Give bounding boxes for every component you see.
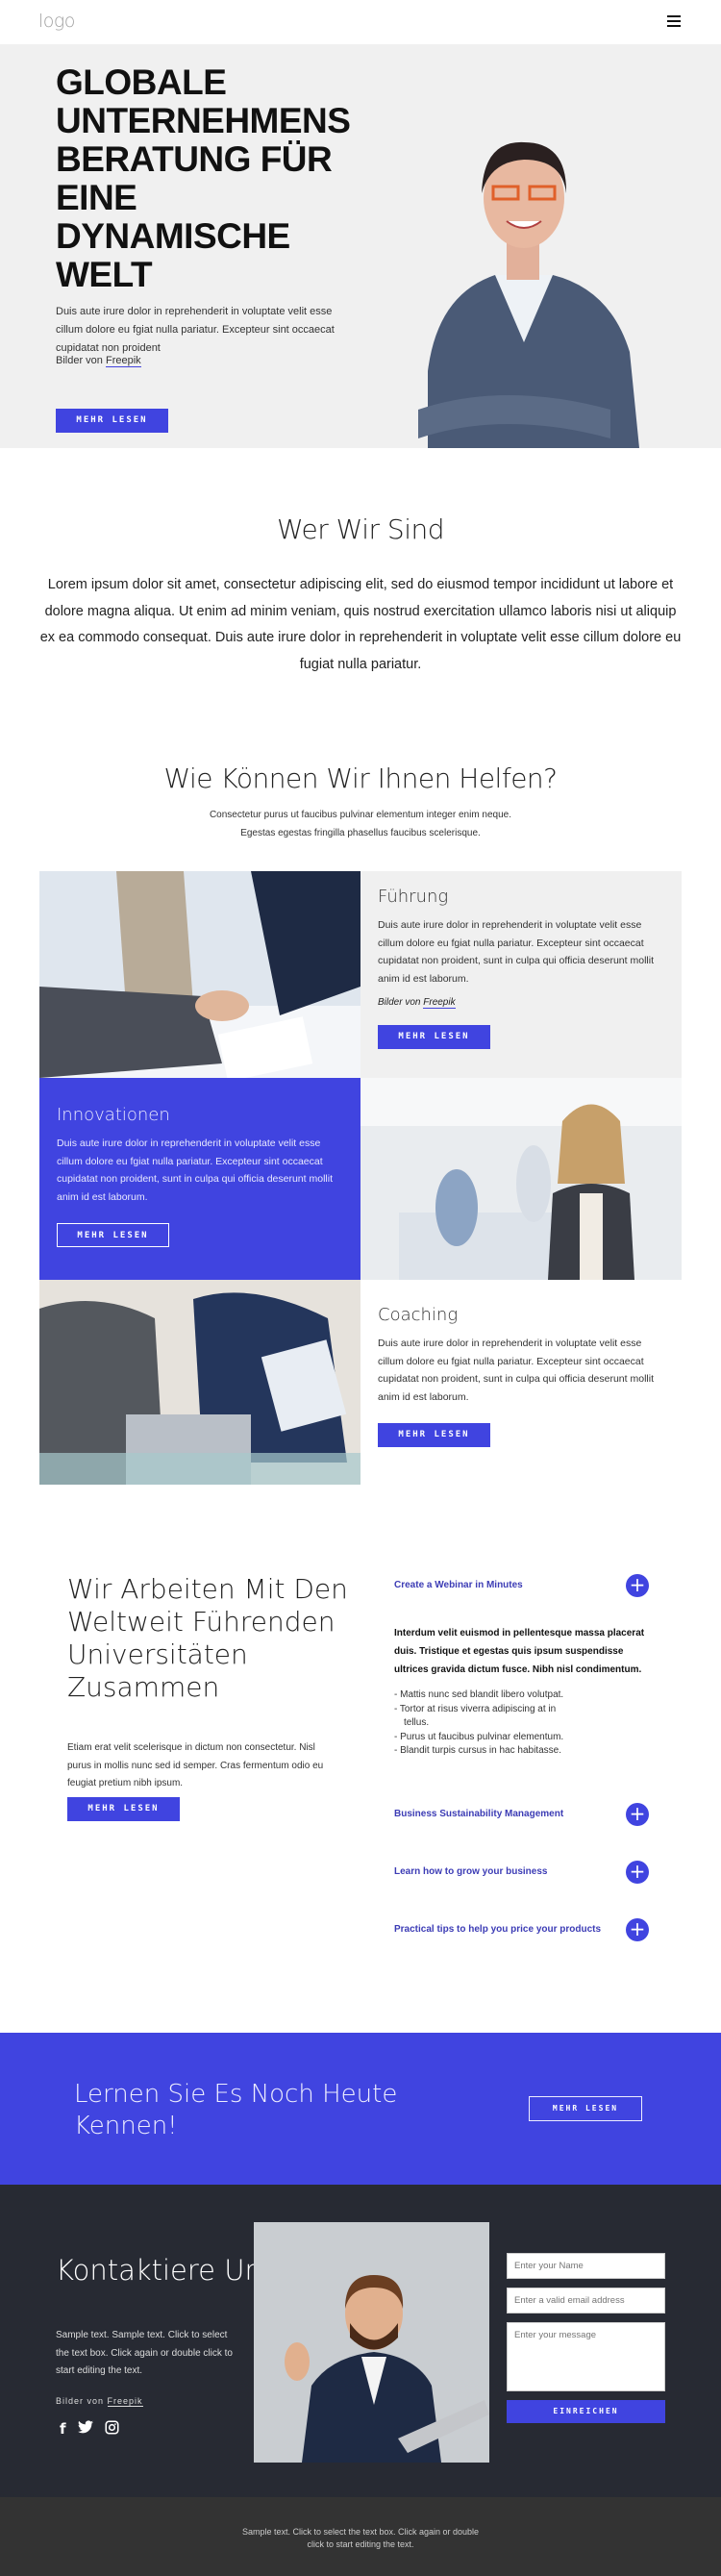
service-read-more-button[interactable]: MEHR LESEN [57, 1223, 169, 1247]
accordion-title: Learn how to grow your business [394, 1866, 548, 1877]
logo[interactable]: logo [38, 11, 75, 32]
social-links: f [60, 2420, 119, 2438]
message-input[interactable] [507, 2322, 665, 2391]
freepik-link[interactable]: Freepik [107, 2396, 143, 2407]
freepik-link[interactable]: Freepik [423, 997, 456, 1009]
accordion-item: Create a Webinar in Minutes + Interdum v… [394, 1573, 649, 1759]
email-input[interactable] [507, 2288, 665, 2313]
plus-icon[interactable]: + [626, 1860, 649, 1884]
instagram-icon[interactable] [105, 2420, 119, 2438]
accordion-body: Interdum velit euismod in pellentesque m… [394, 1624, 649, 1759]
service-read-more-button[interactable]: MEHR LESEN [378, 1423, 490, 1447]
contact-credit: Bilder von Freepik [56, 2396, 143, 2407]
accordion-lead: Interdum velit euismod in pellentesque m… [394, 1628, 645, 1675]
site-footer: Sample text. Click to select the text bo… [0, 2497, 721, 2576]
cta-banner: Lernen Sie Es Noch Heute Kennen! MEHR LE… [0, 2033, 721, 2185]
accordion-title: Practical tips to help you price your pr… [394, 1924, 602, 1935]
service-title: Innovationen [57, 1105, 170, 1125]
contact-form: EINREICHEN [507, 2253, 665, 2423]
twitter-icon[interactable] [77, 2420, 93, 2438]
plus-icon[interactable]: + [626, 1573, 649, 1597]
help-line-2: Egestas egestas fringilla phasellus fauc… [240, 828, 481, 838]
service-card-fuehrung: Führung Duis aute irure dolor in reprehe… [360, 871, 682, 1078]
list-item: - Mattis nunc sed blandit libero volutpa… [394, 1689, 564, 1700]
help-line-1: Consectetur purus ut faucibus pulvinar e… [209, 810, 512, 820]
contact-title: Kontaktiere Uns [56, 2254, 277, 2287]
accordion-header[interactable]: Business Sustainability Management + [394, 1802, 649, 1826]
universities-text: Etiam erat velit scelerisque in dictum n… [67, 1742, 324, 1788]
service-text: Duis aute irure dolor in reprehenderit i… [57, 1138, 333, 1203]
about-text: Lorem ipsum dolor sit amet, consectetur … [39, 577, 682, 672]
about-section: Wer Wir Sind Lorem ipsum dolor sit amet,… [0, 448, 721, 741]
hero-read-more-button[interactable]: MEHR LESEN [56, 409, 168, 433]
service-title: Führung [378, 887, 449, 907]
list-item: - Purus ut faucibus pulvinar elementum. [394, 1731, 564, 1742]
service-text: Duis aute irure dolor in reprehenderit i… [378, 1338, 654, 1403]
contact-text: Sample text. Sample text. Click to selec… [56, 2330, 233, 2376]
cta-title: Lernen Sie Es Noch Heute Kennen! [74, 2080, 398, 2140]
list-item: - Blandit turpis cursus in hac habitasse… [394, 1745, 561, 1756]
accordion-header[interactable]: Learn how to grow your business + [394, 1860, 649, 1884]
coaching-image [39, 1280, 360, 1485]
submit-button[interactable]: EINREICHEN [507, 2400, 665, 2423]
plus-icon[interactable]: + [626, 1917, 649, 1941]
site-header: logo [0, 0, 721, 44]
list-item: - Tortor at risus viverra adipiscing at … [394, 1703, 557, 1729]
hero-woman-image [418, 141, 639, 448]
accordion-item: Business Sustainability Management + [394, 1802, 649, 1826]
facebook-icon[interactable]: f [60, 2420, 66, 2438]
service-card-innovationen: Innovationen Duis aute irure dolor in re… [39, 1078, 360, 1280]
plus-icon[interactable]: + [626, 1802, 649, 1826]
universities-read-more-button[interactable]: MEHR LESEN [67, 1797, 180, 1821]
footer-text: Sample text. Click to select the text bo… [241, 2527, 480, 2549]
accordion-item: Learn how to grow your business + [394, 1860, 649, 1884]
contact-man-image [254, 2222, 489, 2463]
accordion-title: Business Sustainability Management [394, 1809, 564, 1819]
hero-section: GLOBALE UNTERNEHMENS BERATUNG FÜR EINE D… [0, 44, 721, 448]
freepik-link[interactable]: Freepik [105, 355, 141, 367]
help-subtitle: Consectetur purus ut faucibus pulvinar e… [0, 806, 721, 842]
service-credit: Bilder von Freepik [378, 997, 664, 1009]
hero-text: Duis aute irure dolor in reprehenderit i… [56, 306, 335, 354]
handshake-image [39, 871, 360, 1078]
contact-section: Kontaktiere Uns Sample text. Sample text… [0, 2185, 721, 2497]
name-input[interactable] [507, 2253, 665, 2279]
accordion-title: Create a Webinar in Minutes [394, 1580, 523, 1590]
hero-title: GLOBALE UNTERNEHMENS BERATUNG FÜR EINE D… [56, 63, 351, 294]
credit-prefix: Bilder von [378, 997, 421, 1008]
credit-prefix: Bilder von [56, 2396, 105, 2406]
service-read-more-button[interactable]: MEHR LESEN [378, 1025, 490, 1049]
service-text: Duis aute irure dolor in reprehenderit i… [378, 919, 654, 985]
service-card-coaching: Coaching Duis aute irure dolor in repreh… [360, 1280, 682, 1485]
help-section: Wie Können Wir Ihnen Helfen? Consectetur… [0, 741, 721, 871]
accordion-header[interactable]: Practical tips to help you price your pr… [394, 1917, 649, 1941]
team-office-image [360, 1078, 682, 1280]
accordion-item: Practical tips to help you price your pr… [394, 1917, 649, 1941]
service-title: Coaching [378, 1305, 459, 1325]
help-title: Wie Können Wir Ihnen Helfen? [163, 763, 558, 794]
credit-prefix: Bilder von [56, 355, 103, 366]
about-title: Wer Wir Sind [276, 513, 445, 545]
hamburger-icon[interactable] [667, 15, 681, 28]
cta-read-more-button[interactable]: MEHR LESEN [529, 2096, 642, 2121]
services-grid: Führung Duis aute irure dolor in reprehe… [39, 871, 682, 1485]
accordion-list: - Mattis nunc sed blandit libero volutpa… [394, 1688, 649, 1759]
accordion-header[interactable]: Create a Webinar in Minutes + [394, 1573, 649, 1597]
universities-title: Wir Arbeiten Mit Den Weltweit Führenden … [67, 1573, 348, 1703]
hero-credit: Bilder von Freepik [56, 355, 141, 367]
universities-section: Wir Arbeiten Mit Den Weltweit Führenden … [0, 1485, 721, 2033]
